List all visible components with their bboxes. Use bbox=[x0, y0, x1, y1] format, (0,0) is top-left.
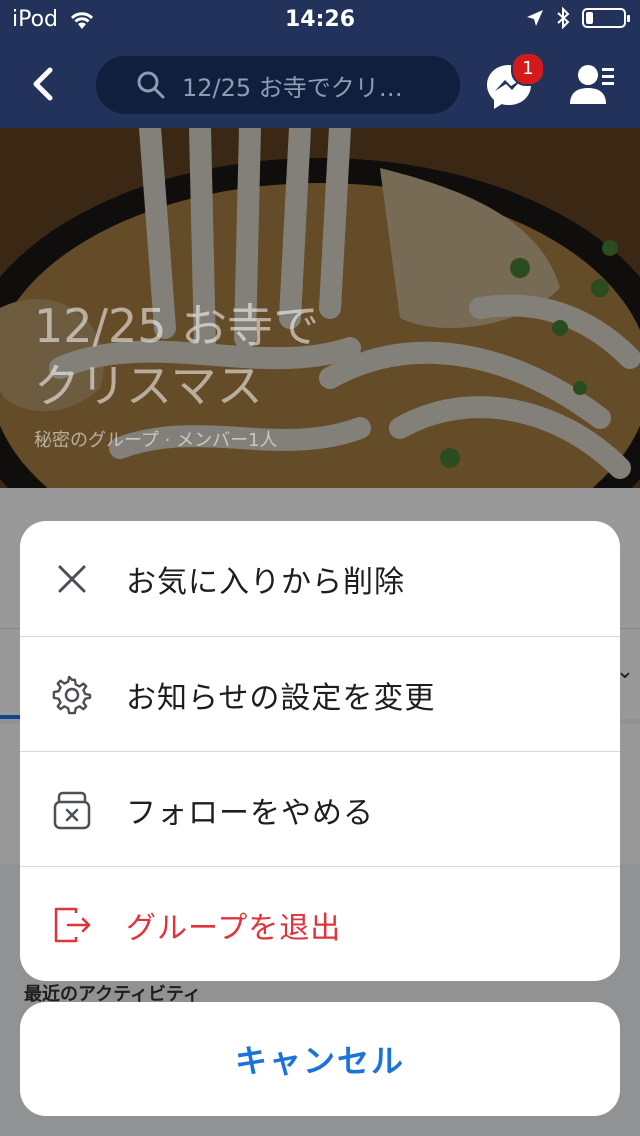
back-chevron-icon[interactable] bbox=[24, 60, 64, 108]
group-cover-photo: 12/25 お寺で クリスマス 秘密のグループ · メンバー1人 bbox=[0, 128, 640, 488]
remove-favorite-option[interactable]: お気に入りから削除 bbox=[20, 521, 620, 636]
notification-badge: 1 bbox=[511, 52, 545, 86]
close-icon bbox=[58, 565, 86, 592]
gear-icon bbox=[52, 675, 92, 714]
bluetooth-icon bbox=[557, 7, 570, 29]
cancel-button[interactable]: キャンセル bbox=[20, 1002, 620, 1116]
leave-group-option[interactable]: グループを退出 bbox=[20, 867, 620, 981]
search-bar[interactable]: 12/25 お寺でクリ… bbox=[96, 56, 460, 114]
remove-favorite-label: お気に入りから削除 bbox=[126, 564, 405, 600]
cancel-label: キャンセル bbox=[234, 1042, 405, 1080]
notification-settings-option[interactable]: お知らせの設定を変更 bbox=[20, 637, 620, 752]
action-sheet: お気に入りから削除 お知らせの設定を変更 フォローをやめる グループを退出 bbox=[20, 521, 620, 981]
top-nav-bar: 12/25 お寺でクリ… 1 bbox=[0, 40, 640, 128]
group-title-line1: 12/25 お寺で bbox=[34, 299, 320, 353]
group-subtitle: 秘密のグループ · メンバー1人 bbox=[34, 430, 278, 451]
status-bar: iPod 14:26 bbox=[0, 0, 640, 40]
leave-icon bbox=[54, 907, 91, 942]
battery-icon bbox=[582, 8, 630, 28]
location-arrow-icon bbox=[527, 10, 543, 26]
notification-settings-label: お知らせの設定を変更 bbox=[126, 680, 436, 716]
search-icon bbox=[137, 71, 165, 99]
unfollow-label: フォローをやめる bbox=[126, 795, 374, 831]
unfollow-icon bbox=[53, 791, 91, 829]
group-title: 12/25 お寺で クリスマス bbox=[34, 296, 319, 416]
group-title-line2: クリスマス bbox=[34, 359, 263, 413]
unfollow-option[interactable]: フォローをやめる bbox=[20, 752, 620, 867]
leave-group-label: グループを退出 bbox=[126, 910, 342, 946]
search-text: 12/25 お寺でクリ… bbox=[182, 73, 403, 102]
profile-icon[interactable] bbox=[568, 60, 616, 108]
